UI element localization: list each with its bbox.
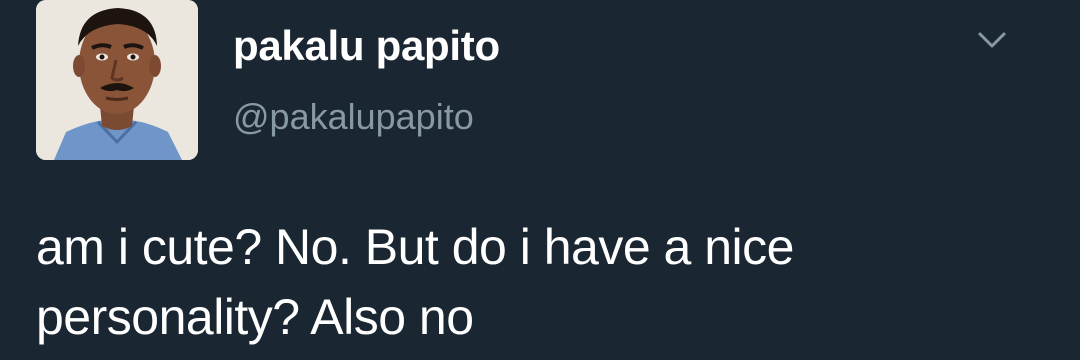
user-handle[interactable]: @pakalupapito xyxy=(233,96,474,138)
tweet-card: pakalu papito @pakalupapito am i cute? N… xyxy=(0,0,1080,360)
tweet-text-line-1: am i cute? No. But do i have a nice xyxy=(36,219,794,275)
avatar-image xyxy=(36,0,198,160)
chevron-down-icon[interactable] xyxy=(976,28,1008,52)
display-name[interactable]: pakalu papito xyxy=(233,22,500,70)
tweet-text: am i cute? No. But do i have a nice pers… xyxy=(36,212,1056,352)
tweet-text-line-2: personality? Also no xyxy=(36,289,474,345)
avatar[interactable] xyxy=(36,0,198,160)
